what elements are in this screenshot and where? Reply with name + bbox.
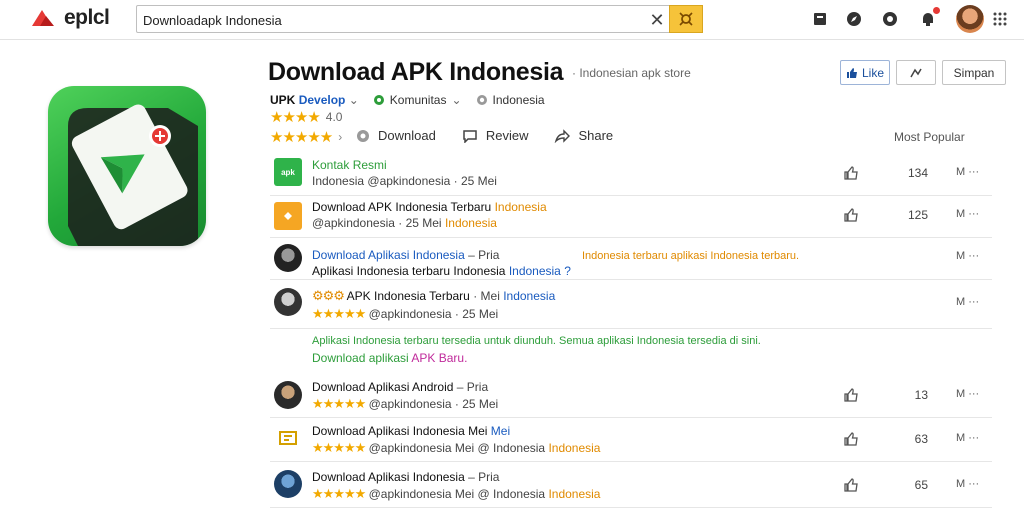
result-meta: ★★★★★ @apkindonesia Mei @ Indonesia Indo… xyxy=(312,440,601,455)
site-logo[interactable]: eplcl xyxy=(30,5,110,31)
sort-label[interactable]: Most Popular xyxy=(894,130,965,144)
list-item-body: Aplikasi Indonesia terbaru tersedia untu… xyxy=(270,328,992,374)
result-meta: @apkindonesia · 25 Mei Indonesia xyxy=(312,216,497,230)
thumbs-up-icon[interactable] xyxy=(842,476,860,494)
app-thumbnail-icon: apk xyxy=(274,158,302,186)
list-item[interactable]: Download Aplikasi Android – Pria ★★★★★ @… xyxy=(270,374,992,418)
share-button[interactable] xyxy=(896,60,936,85)
more-menu-button[interactable]: M ··· xyxy=(956,478,979,490)
save-button[interactable]: Simpan xyxy=(942,60,1006,85)
result-title[interactable]: Download Aplikasi Android – Pria xyxy=(312,380,488,394)
app-icon xyxy=(48,86,206,246)
help-icon[interactable] xyxy=(880,9,900,29)
header-buttons: Like Simpan xyxy=(840,60,1006,85)
globe-icon xyxy=(476,95,487,105)
avatar xyxy=(274,381,302,409)
badge-icon xyxy=(274,424,302,452)
thumbs-up-icon xyxy=(846,67,857,78)
notification-bell-icon[interactable] xyxy=(918,5,942,29)
list-item[interactable]: Download Aplikasi Indonesia – Pria ★★★★★… xyxy=(270,462,992,508)
like-count: 65 xyxy=(914,478,928,492)
review-action[interactable]: Review xyxy=(462,128,528,143)
list-item[interactable]: apk Kontak Resmi Indonesia @apkindonesia… xyxy=(270,154,992,196)
clear-icon[interactable]: ✕ xyxy=(645,8,669,32)
list-item[interactable]: Download Aplikasi Indonesia Mei Mei ★★★★… xyxy=(270,418,992,462)
more-menu-button[interactable]: M ··· xyxy=(956,250,979,262)
app-rating: ★★★★ 4.0 xyxy=(270,108,342,126)
logo-icon xyxy=(30,8,60,28)
more-menu-button[interactable]: M ··· xyxy=(956,208,979,220)
app-thumbnail-icon xyxy=(274,202,302,230)
more-menu-button[interactable]: M ··· xyxy=(956,432,979,444)
result-meta: ★★★★★ @apkindonesia Mei @ Indonesia Indo… xyxy=(312,486,601,501)
result-title[interactable]: ⚙⚙⚙ APK Indonesia Terbaru · Mei Indonesi… xyxy=(312,288,555,304)
logo-text: eplcl xyxy=(64,6,110,29)
like-count: 13 xyxy=(914,388,928,402)
result-excerpt: Indonesia terbaru aplikasi Indonesia ter… xyxy=(582,250,800,262)
share-icon xyxy=(910,68,922,77)
rating-stars-secondary: ★★★★★ xyxy=(270,129,333,146)
more-menu-button[interactable]: M ··· xyxy=(956,388,979,400)
download-icon xyxy=(357,129,369,142)
community-icon xyxy=(373,95,384,105)
like-button[interactable]: Like xyxy=(840,60,890,85)
search-icon xyxy=(679,12,693,26)
list-item[interactable]: Download APK Indonesia Terbaru Indonesia… xyxy=(270,196,992,238)
result-title[interactable]: Download Aplikasi Indonesia Mei Mei xyxy=(312,424,510,438)
thumbs-up-icon[interactable] xyxy=(842,386,860,404)
thumbs-up-icon[interactable] xyxy=(842,430,860,448)
like-count: 134 xyxy=(907,166,928,180)
share-arrow-icon xyxy=(555,128,571,143)
community-meta[interactable]: Komunitas ⌄ xyxy=(373,93,462,107)
like-count: 125 xyxy=(907,208,928,222)
rating-stars: ★★★★ xyxy=(270,109,321,126)
more-menu-button[interactable]: M ··· xyxy=(956,296,979,308)
avatar xyxy=(274,470,302,498)
download-action[interactable]: Download xyxy=(356,128,436,143)
result-body-text: Aplikasi Indonesia terbaru tersedia untu… xyxy=(312,335,761,347)
result-title[interactable]: Download Aplikasi Indonesia – Pria xyxy=(312,470,499,484)
avatar xyxy=(274,288,302,316)
top-bar: eplcl ✕ xyxy=(0,0,1024,40)
user-avatar[interactable] xyxy=(956,5,984,33)
more-menu-button[interactable]: M ··· xyxy=(956,166,979,178)
comment-icon xyxy=(463,129,477,143)
search-button[interactable] xyxy=(669,5,703,33)
explore-icon[interactable] xyxy=(844,9,864,29)
app-rating-secondary: ★★★★★ › xyxy=(270,129,343,146)
result-body-link[interactable]: Download aplikasi APK Baru. xyxy=(312,351,467,365)
rating-value: 4.0 xyxy=(325,110,343,124)
result-title[interactable]: Download Aplikasi Indonesia – Pria xyxy=(312,248,499,262)
result-meta: Indonesia @apkindonesia · 25 Mei xyxy=(312,174,497,188)
thumbs-up-icon[interactable] xyxy=(842,164,860,182)
avatar xyxy=(274,244,302,272)
result-meta: ★★★★★ @apkindonesia · 25 Mei xyxy=(312,306,499,321)
result-title[interactable]: Kontak Resmi xyxy=(312,158,387,172)
result-title[interactable]: Download APK Indonesia Terbaru Indonesia xyxy=(312,200,547,214)
app-subtitle: · Indonesian apk store xyxy=(572,66,691,80)
apps-grid-icon[interactable] xyxy=(990,9,1010,29)
like-count: 63 xyxy=(914,432,928,446)
result-meta: Aplikasi Indonesia terbaru Indonesia Ind… xyxy=(312,264,571,278)
notification-badge xyxy=(931,5,942,16)
list-item[interactable]: ⚙⚙⚙ APK Indonesia Terbaru · Mei Indonesi… xyxy=(270,282,992,326)
list-item[interactable]: Download Aplikasi Indonesia – Pria Indon… xyxy=(270,238,992,280)
share-action[interactable]: Share xyxy=(554,128,613,143)
thumbs-up-icon[interactable] xyxy=(842,206,860,224)
result-meta: ★★★★★ @apkindonesia · 25 Mei xyxy=(312,396,499,411)
action-row: Download Review Share xyxy=(356,128,613,143)
app-meta-row: UPK Develop ⌄ Komunitas ⌄ Indonesia xyxy=(270,92,545,108)
developer-link[interactable]: UPK Develop ⌄ xyxy=(270,93,359,107)
location-meta[interactable]: Indonesia xyxy=(476,93,545,107)
search-box: ✕ xyxy=(136,5,703,33)
app-title: Download APK Indonesia xyxy=(268,58,564,86)
bookmark-icon[interactable] xyxy=(810,9,830,29)
search-input[interactable] xyxy=(143,10,639,30)
